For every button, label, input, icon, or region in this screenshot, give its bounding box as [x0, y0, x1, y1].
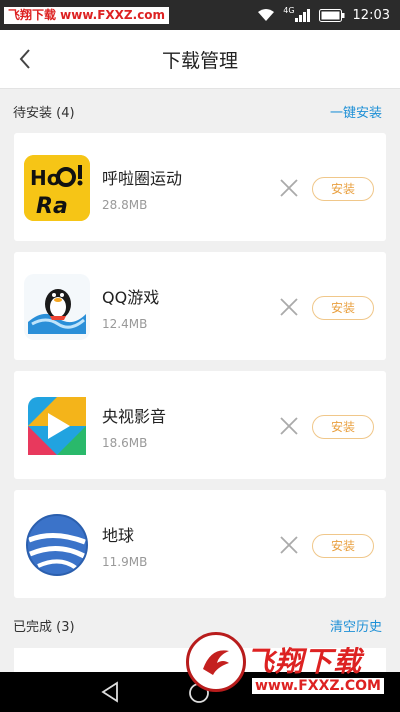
app-header: 下载管理 [0, 30, 400, 88]
app-name: 央视影音 [102, 407, 167, 426]
install-button[interactable]: 安装 [312, 296, 374, 320]
app-size: 11.9MB [102, 555, 148, 569]
svg-text:Ra: Ra [36, 194, 68, 219]
clock: 12:03 [352, 7, 390, 23]
close-icon[interactable] [278, 296, 300, 318]
app-size: 28.8MB [102, 198, 148, 212]
cctv-video-app-icon [24, 393, 90, 459]
status-bar: 飞翔下载 www.FXXZ.com 4G 12:03 [0, 0, 400, 30]
install-button[interactable]: 安装 [312, 415, 374, 439]
list-item: QQ游戏 12.4MB 安装 [14, 252, 386, 360]
list-item: Ho Ra 呼啦圈运动 28.8MB 安装 [14, 133, 386, 241]
close-icon[interactable] [278, 415, 300, 437]
pending-section-title: 待安装 (4) [13, 106, 75, 121]
install-all-button[interactable]: 一键安装 [330, 102, 382, 121]
install-button[interactable]: 安装 [312, 177, 374, 201]
app-size: 12.4MB [102, 317, 148, 331]
nav-back-icon[interactable] [100, 681, 120, 707]
status-icons: 4G 12:03 [257, 0, 390, 30]
watermark-url: www.FXXZ.COM [252, 678, 384, 694]
close-icon[interactable] [278, 177, 300, 199]
clear-history-button[interactable]: 清空历史 [330, 616, 382, 635]
qq-game-app-icon [24, 274, 90, 340]
list-item: 地球 11.9MB 安装 [14, 490, 386, 598]
watermark-logo-text: 飞翔下载 [246, 645, 363, 678]
app-name: 呼啦圈运动 [102, 169, 183, 188]
page-title: 下载管理 [161, 50, 238, 72]
pending-section-header: 待安装 (4) 一键安装 [0, 92, 400, 128]
earth-app-icon [24, 512, 90, 578]
header-divider [0, 88, 400, 89]
battery-icon [318, 8, 345, 22]
svg-text:Ho: Ho [30, 166, 60, 190]
completed-section-title: 已完成 (3) [13, 620, 75, 635]
close-icon[interactable] [278, 534, 300, 556]
wifi-icon [257, 8, 275, 22]
app-size: 18.6MB [102, 436, 148, 450]
list-item: 央视影音 18.6MB 安装 [14, 371, 386, 479]
watermark-banner: 飞翔下载 www.FXXZ.com [4, 7, 170, 24]
app-name: QQ游戏 [102, 288, 160, 307]
watermark-logo-badge [186, 632, 246, 692]
app-name: 地球 [102, 526, 135, 545]
install-button[interactable]: 安装 [312, 534, 374, 558]
hula-hoop-app-icon: Ho Ra [24, 155, 90, 221]
signal-icon [294, 8, 311, 22]
network-type-label: 4G [283, 5, 295, 15]
